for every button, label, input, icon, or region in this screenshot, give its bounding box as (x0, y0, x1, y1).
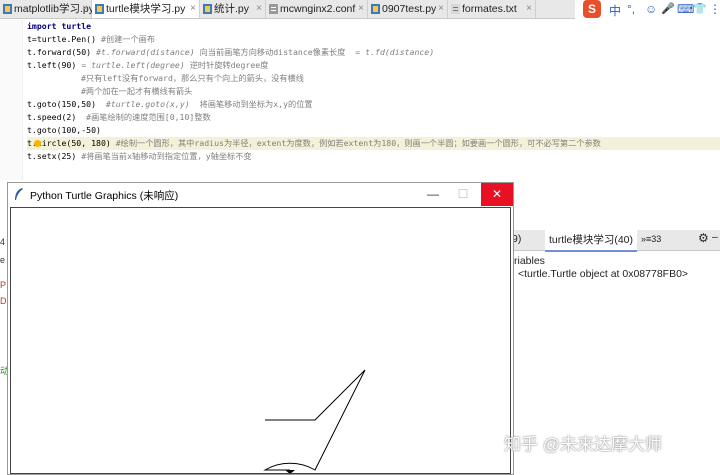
code-line: #只有left没有forward，那么只有个向上的箭头，没有横线 (81, 73, 304, 83)
code-line: #两个加在一起才有横线有箭头 (81, 86, 193, 96)
keyboard-icon[interactable]: ⌨ (677, 2, 694, 16)
turtle-path (263, 369, 366, 471)
microphone-icon[interactable]: 🎤 (661, 2, 675, 15)
window-titlebar[interactable]: Python Turtle Graphics (未响应) — ☐ ✕ (8, 183, 513, 206)
close-icon[interactable]: × (438, 0, 444, 18)
debug-tab-bar: 9) turtle模块学习(40) »≡33 ⚙ – (490, 230, 720, 252)
close-button[interactable]: ✕ (481, 183, 513, 206)
minimize-button[interactable]: — (418, 183, 448, 206)
turtle-canvas[interactable] (10, 207, 511, 474)
lightbulb-icon[interactable] (34, 140, 41, 147)
maximize-button[interactable]: ☐ (448, 183, 478, 206)
variable-value[interactable]: <turtle.Turtle object at 0x08778FB0> (518, 268, 688, 280)
tab-formates[interactable]: formates.txt × (448, 0, 536, 18)
turtle-arrow-icon (285, 470, 295, 473)
tab-turtle[interactable]: turtle模块学习.py × (92, 0, 200, 18)
close-icon[interactable]: × (256, 0, 262, 18)
python-file-icon (95, 4, 104, 14)
variables-header: riables (514, 255, 545, 267)
tab-stats[interactable]: 统计.py × (200, 0, 266, 18)
code-editor[interactable]: import turtle t=turtle.Pen() #创建一个画布 t.f… (27, 20, 720, 185)
sogou-logo-icon[interactable]: S (583, 0, 601, 18)
close-icon[interactable]: × (82, 0, 88, 18)
gear-icon[interactable]: ⚙ (698, 231, 709, 245)
ime-toolbar: S 中 °, ☺ 🎤 ⌨ 👕 ⋮⋮ (575, 0, 720, 20)
python-file-icon (203, 4, 212, 14)
config-file-icon (269, 4, 278, 14)
turtle-graphics-window: Python Turtle Graphics (未响应) — ☐ ✕ (7, 182, 514, 475)
code-line: t=turtle.Pen() #创建一个画布 (27, 34, 156, 44)
close-icon[interactable]: × (358, 0, 364, 18)
emoji-icon[interactable]: ☺ (645, 2, 657, 16)
code-line: t.left(90) = turtle.left(degree) 逆时针旋转de… (27, 60, 269, 70)
minimize-panel-button[interactable]: – (712, 231, 718, 243)
window-title: Python Turtle Graphics (未响应) (30, 190, 179, 202)
skin-icon[interactable]: 👕 (693, 2, 707, 15)
close-icon[interactable]: × (526, 0, 532, 18)
language-toggle[interactable]: 中 (609, 2, 621, 19)
python-file-icon (3, 4, 12, 14)
python-file-icon (371, 4, 380, 14)
watermark: 知乎 @未来达摩大师 (504, 435, 662, 454)
code-line: t.goto(150,50) #turtle.goto(x,y) 将画笔移动到坐… (27, 99, 313, 109)
code-line: import turtle (27, 21, 92, 31)
text-file-icon (451, 4, 460, 14)
grid-menu-icon[interactable]: ⋮⋮ (709, 2, 720, 16)
code-line: t.forward(50) #t.forward(distance) 向当前画笔… (27, 47, 435, 57)
feather-icon (15, 188, 23, 200)
debug-tab-turtle[interactable]: turtle模块学习(40) (545, 230, 638, 252)
code-line: t.speed(2) #画笔绘制的速度范围[0,10]整数 (27, 112, 211, 122)
turtle-drawing (263, 369, 366, 473)
tab-0907test[interactable]: 0907test.py × (368, 0, 448, 18)
tab-nginx-conf[interactable]: mcwnginx2.conf × (266, 0, 368, 18)
punctuation-toggle[interactable]: °, (627, 2, 635, 16)
more-tabs-button[interactable]: »≡33 (641, 234, 661, 244)
code-line: t.goto(100,-50) (27, 125, 101, 135)
tab-matplotlib[interactable]: matplotlib学习.py × (0, 0, 94, 18)
close-icon[interactable]: × (190, 0, 196, 18)
editor-gutter (0, 20, 23, 180)
code-line: t.setx(25) #将画笔当前x轴移动到指定位置，y轴坐标不变 (27, 151, 252, 161)
code-line-current: t.circle(50, 180) #绘制一个圆形，其中radius为半径，ex… (27, 137, 720, 150)
